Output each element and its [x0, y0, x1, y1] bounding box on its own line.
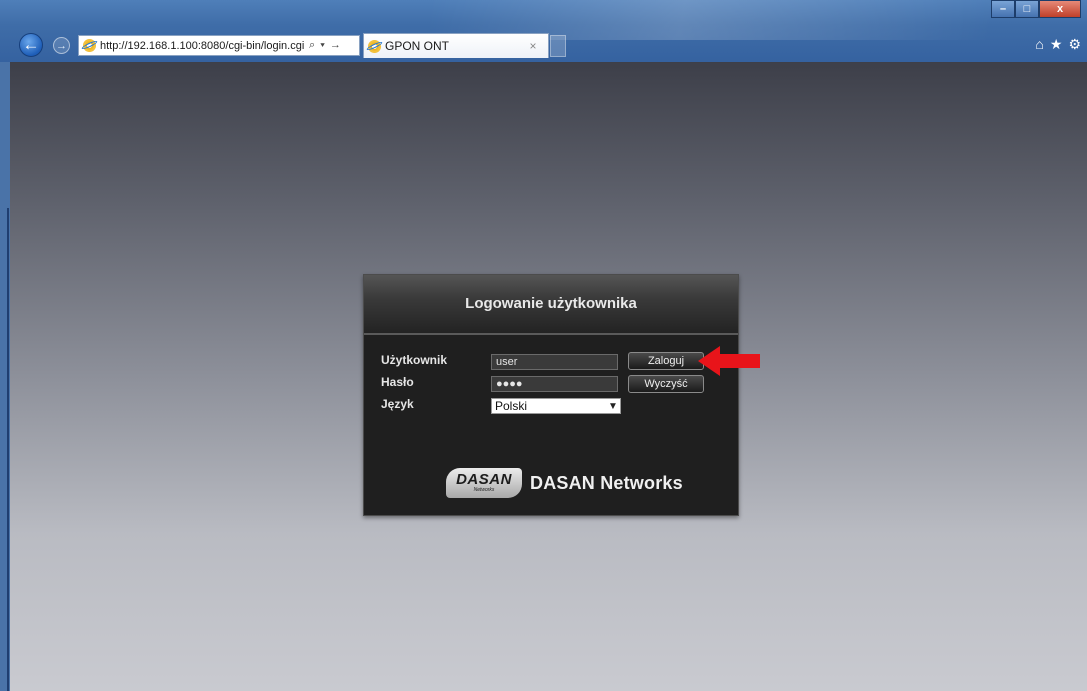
- browser-chrome: ← → http://192.168.1.100:8080/cgi-bin/lo…: [0, 0, 1087, 62]
- minimize-button[interactable]: –: [991, 0, 1015, 18]
- toolbar-icons: ⌂ ★ ⚙: [1035, 36, 1081, 53]
- tab-ie-icon: [368, 39, 381, 53]
- back-button[interactable]: ←: [19, 33, 43, 57]
- login-title: Logowanie użytkownika: [364, 275, 738, 333]
- tab-title: GPON ONT: [385, 39, 450, 53]
- clear-button[interactable]: Wyczyść: [628, 375, 704, 393]
- user-input[interactable]: [491, 354, 618, 370]
- annotation-arrow-icon: [698, 346, 760, 376]
- forward-button[interactable]: →: [53, 37, 70, 54]
- login-button[interactable]: Zaloguj: [628, 352, 704, 370]
- language-select[interactable]: Polski ▼: [491, 398, 621, 414]
- back-icon: ←: [22, 35, 40, 54]
- window-controls: – □ x: [991, 0, 1081, 18]
- tab-close-icon[interactable]: ×: [526, 39, 540, 53]
- maximize-button[interactable]: □: [1015, 0, 1039, 18]
- chevron-down-icon: ▼: [608, 400, 618, 412]
- logo-text: DASAN Networks: [530, 472, 683, 493]
- close-window-button[interactable]: x: [1039, 0, 1081, 18]
- dasan-logo: DASAN Networks DASAN Networks: [446, 468, 683, 498]
- address-bar[interactable]: http://192.168.1.100:8080/cgi-bin/login.…: [78, 35, 360, 56]
- address-url[interactable]: http://192.168.1.100:8080/cgi-bin/login.…: [100, 40, 305, 52]
- frame-line: [7, 208, 9, 691]
- dasan-logo-mark: DASAN Networks: [446, 468, 522, 498]
- logo-mark-subtext: Networks: [473, 487, 495, 493]
- logo-mark-text: DASAN: [456, 471, 512, 488]
- address-tools[interactable]: ⌕ ▾ →: [305, 39, 359, 52]
- password-label: Hasło: [381, 375, 414, 389]
- star-icon[interactable]: ★: [1050, 36, 1063, 53]
- header-divider: [364, 333, 738, 335]
- language-label: Język: [381, 397, 414, 411]
- tab-gpon-ont[interactable]: GPON ONT ×: [363, 33, 549, 58]
- login-panel: Logowanie użytkownika Użytkownik Hasło J…: [363, 274, 760, 516]
- gear-icon[interactable]: ⚙: [1068, 36, 1081, 53]
- home-icon[interactable]: ⌂: [1035, 36, 1043, 53]
- window-left-frame: [0, 62, 10, 691]
- new-tab-button[interactable]: [550, 35, 566, 57]
- user-label: Użytkownik: [381, 353, 448, 367]
- password-input[interactable]: [491, 376, 618, 392]
- ie-icon: [83, 39, 96, 52]
- forward-icon: →: [56, 39, 67, 52]
- language-value: Polski: [495, 399, 528, 413]
